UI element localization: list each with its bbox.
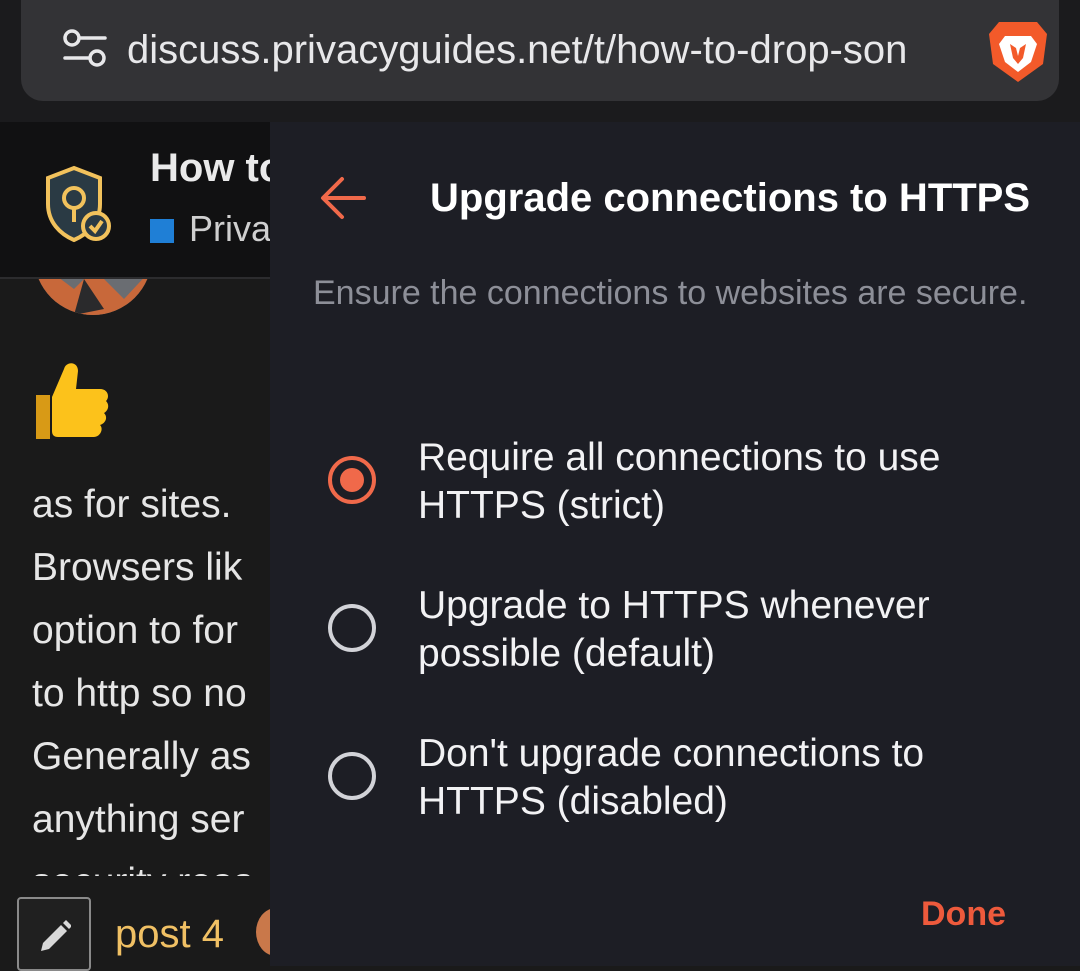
radio-button-selected[interactable] [328,456,376,504]
category-label[interactable]: Priva [189,208,271,250]
option-disabled[interactable]: Don't upgrade connections to HTTPS (disa… [270,730,1080,840]
topic-title[interactable]: How to [150,146,283,191]
radio-button[interactable] [328,604,376,652]
dialog-title: Upgrade connections to HTTPS [430,176,1031,220]
back-arrow-icon[interactable] [318,175,368,221]
browser-toolbar: discuss.privacyguides.net/t/how-to-drop-… [0,0,1080,122]
https-upgrade-dialog: Upgrade connections to HTTPS Ensure the … [270,122,1080,966]
post-counter[interactable]: post 4 [115,912,224,957]
dialog-description: Ensure the connections to websites are s… [313,274,1028,312]
avatar[interactable] [34,279,152,315]
brave-lion-icon[interactable] [987,20,1049,84]
option-label: Don't upgrade connections to HTTPS (disa… [418,732,925,823]
pencil-icon [41,920,71,951]
url-text[interactable]: discuss.privacyguides.net/t/how-to-drop-… [127,24,972,76]
option-strict[interactable]: Require all connections to use HTTPS (st… [270,434,1080,544]
category-color-badge [150,219,174,243]
address-bar[interactable]: discuss.privacyguides.net/t/how-to-drop-… [21,0,1059,101]
radio-button[interactable] [328,752,376,800]
tune-icon[interactable] [63,28,107,68]
edit-button[interactable] [17,897,91,971]
option-label: Require all connections to use HTTPS (st… [418,436,941,527]
done-button[interactable]: Done [921,892,1006,936]
option-label: Upgrade to HTTPS whenever possible (defa… [418,584,930,675]
option-default[interactable]: Upgrade to HTTPS whenever possible (defa… [270,582,1080,692]
privacy-guides-logo-icon[interactable] [44,164,114,244]
thumbs-up-icon [36,363,109,439]
